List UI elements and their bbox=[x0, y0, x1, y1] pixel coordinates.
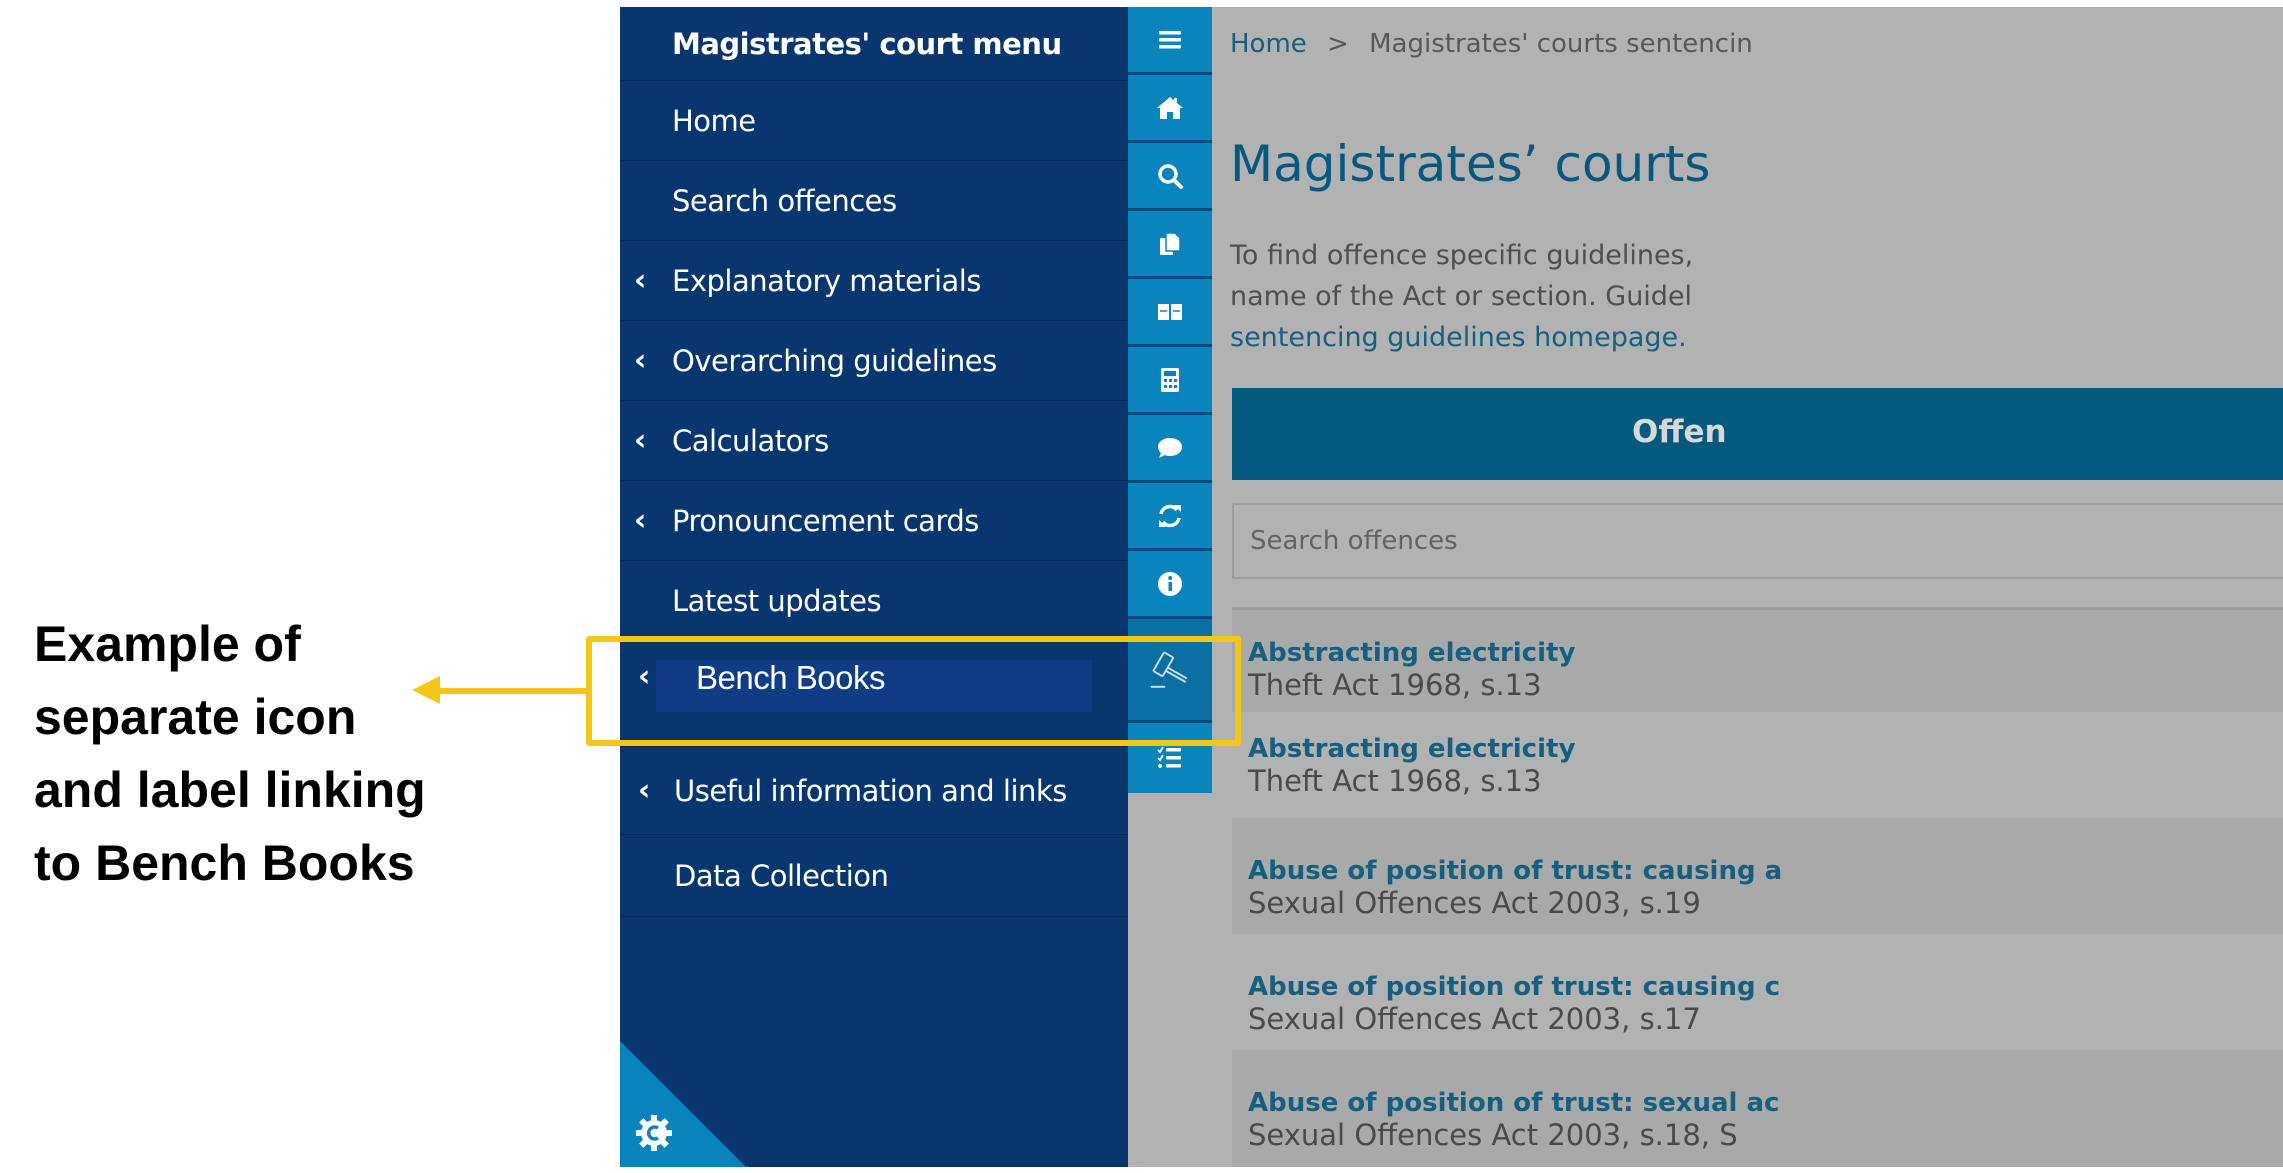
result-title[interactable]: Abstracting electricity bbox=[1248, 734, 1575, 764]
speech-bubble-icon bbox=[1158, 437, 1182, 458]
chevron-left-icon: ‹ bbox=[638, 659, 651, 694]
result-act: Sexual Offences Act 2003, s.18, S bbox=[1248, 1118, 1738, 1152]
calculators-button[interactable] bbox=[1128, 347, 1212, 415]
app-screenshot: Home > Magistrates' courts sentencin Mag… bbox=[620, 7, 2283, 1167]
result-act: Theft Act 1968, s.13 bbox=[1248, 764, 1542, 798]
sidebar-title-label: Magistrates' court menu bbox=[672, 26, 1062, 61]
offences-tab[interactable]: Offen bbox=[1232, 388, 2283, 480]
home-icon bbox=[1157, 96, 1183, 119]
result-title[interactable]: Abuse of position of trust: causing a bbox=[1248, 856, 1782, 886]
sidebar-item-label: Explanatory materials bbox=[672, 263, 981, 298]
result-title[interactable]: Abuse of position of trust: sexual ac bbox=[1248, 1088, 1779, 1118]
annotation-line: to Bench Books bbox=[34, 835, 415, 891]
chevron-left-icon: ‹ bbox=[634, 263, 647, 298]
gavel-icon bbox=[1150, 651, 1188, 688]
sidebar-item-data-collection[interactable]: Data Collection bbox=[620, 835, 1128, 917]
result-act: Sexual Offences Act 2003, s.17 bbox=[1248, 1002, 1701, 1036]
documents-icon bbox=[1160, 231, 1181, 255]
annotation-caption: Example of separate icon and label linki… bbox=[34, 608, 594, 900]
information-button[interactable] bbox=[1128, 551, 1212, 619]
search-button[interactable] bbox=[1128, 143, 1212, 211]
pronouncement-cards-button[interactable] bbox=[1128, 415, 1212, 483]
sidebar-item-label: Calculators bbox=[672, 423, 829, 458]
sidebar-item-label: Latest updates bbox=[672, 583, 882, 618]
sidebar-item-home[interactable]: Home bbox=[620, 81, 1128, 161]
callout-arrow-line bbox=[435, 688, 590, 694]
intro-line: To find offence specific guidelines, bbox=[1230, 240, 1694, 271]
sidebar-item-label: Pronouncement cards bbox=[672, 503, 979, 538]
page-title: Magistrates’ courts bbox=[1230, 135, 1711, 193]
sidebar-item-label: Home bbox=[672, 103, 756, 138]
sidebar-item-label: Search offences bbox=[672, 183, 897, 218]
result-item[interactable]: Abuse of position of trust: sexual ac Se… bbox=[1232, 1050, 2283, 1167]
refresh-icon bbox=[1159, 504, 1181, 527]
chevron-left-icon: ‹ bbox=[634, 423, 647, 458]
annotation-line: and label linking bbox=[34, 762, 426, 818]
explanatory-materials-button[interactable] bbox=[1128, 279, 1212, 347]
intro-text: To find offence specific guidelines, nam… bbox=[1230, 235, 1693, 358]
result-item[interactable]: Abuse of position of trust: causing c Se… bbox=[1232, 934, 2283, 1050]
chevron-left-icon: ‹ bbox=[638, 773, 651, 808]
breadcrumb-home-link[interactable]: Home bbox=[1230, 29, 1307, 59]
sidebar-item-useful-information[interactable]: ‹ Useful information and links bbox=[620, 747, 1128, 835]
calculator-icon bbox=[1161, 367, 1179, 392]
guidelines-homepage-link[interactable]: sentencing guidelines homepage. bbox=[1230, 317, 1693, 358]
sidebar-item-bench-books[interactable]: ‹ Bench Books bbox=[620, 641, 1128, 747]
chevron-left-icon: ‹ bbox=[634, 343, 647, 378]
breadcrumb-separator: > bbox=[1327, 29, 1349, 59]
menu-icon bbox=[1159, 30, 1181, 48]
info-icon bbox=[1158, 571, 1182, 596]
sidebar-item-overarching-guidelines[interactable]: ‹ Overarching guidelines bbox=[620, 321, 1128, 401]
gear-icon[interactable] bbox=[634, 1113, 674, 1153]
checklist-icon bbox=[1157, 746, 1181, 768]
search-offences-field[interactable] bbox=[1232, 503, 2283, 579]
sidebar-item-latest-updates[interactable]: Latest updates bbox=[620, 561, 1128, 641]
sidebar-item-calculators[interactable]: ‹ Calculators bbox=[620, 401, 1128, 481]
result-title[interactable]: Abuse of position of trust: causing c bbox=[1248, 972, 1780, 1002]
result-act: Sexual Offences Act 2003, s.19 bbox=[1248, 886, 1701, 920]
result-title[interactable]: Abstracting electricity bbox=[1248, 638, 1575, 668]
sidebar-item-label: Overarching guidelines bbox=[672, 343, 997, 378]
annotation-line: Example of bbox=[34, 616, 301, 672]
result-item[interactable]: Abstracting electricity Theft Act 1968, … bbox=[1232, 610, 2283, 712]
documents-button[interactable] bbox=[1128, 211, 1212, 279]
sidebar-menu: Magistrates' court menu Home Search offe… bbox=[620, 7, 1128, 1167]
latest-updates-button[interactable] bbox=[1128, 483, 1212, 551]
search-offences-input[interactable] bbox=[1250, 526, 2283, 556]
sidebar-item-label: Useful information and links bbox=[674, 773, 1067, 808]
sidebar-item-label: Bench Books bbox=[696, 659, 885, 696]
useful-information-button[interactable] bbox=[1128, 723, 1212, 793]
breadcrumb: Home > Magistrates' courts sentencin bbox=[1230, 29, 1753, 59]
book-icon bbox=[1158, 303, 1182, 320]
intro-line: name of the Act or section. Guidel bbox=[1230, 281, 1693, 312]
chevron-left-icon: ‹ bbox=[634, 503, 647, 538]
bench-books-icon-button[interactable] bbox=[1128, 619, 1212, 723]
sidebar-title: Magistrates' court menu bbox=[620, 7, 1128, 81]
result-act: Theft Act 1968, s.13 bbox=[1248, 668, 1542, 702]
sidebar-item-label: Data Collection bbox=[674, 858, 889, 893]
sidebar-item-explanatory-materials[interactable]: ‹ Explanatory materials bbox=[620, 241, 1128, 321]
home-button[interactable] bbox=[1128, 75, 1212, 143]
search-icon bbox=[1158, 163, 1183, 189]
sidebar-item-search-offences[interactable]: Search offences bbox=[620, 161, 1128, 241]
breadcrumb-current: Magistrates' courts sentencin bbox=[1369, 29, 1753, 59]
callout-arrow-icon bbox=[412, 676, 440, 704]
sidebar-item-pronouncement-cards[interactable]: ‹ Pronouncement cards bbox=[620, 481, 1128, 561]
offences-tab-label: Offen bbox=[1632, 414, 1727, 450]
menu-toggle-button[interactable] bbox=[1128, 7, 1212, 75]
result-item[interactable]: Abstracting electricity Theft Act 1968, … bbox=[1232, 712, 2283, 818]
result-item[interactable]: Abuse of position of trust: causing a Se… bbox=[1232, 818, 2283, 934]
